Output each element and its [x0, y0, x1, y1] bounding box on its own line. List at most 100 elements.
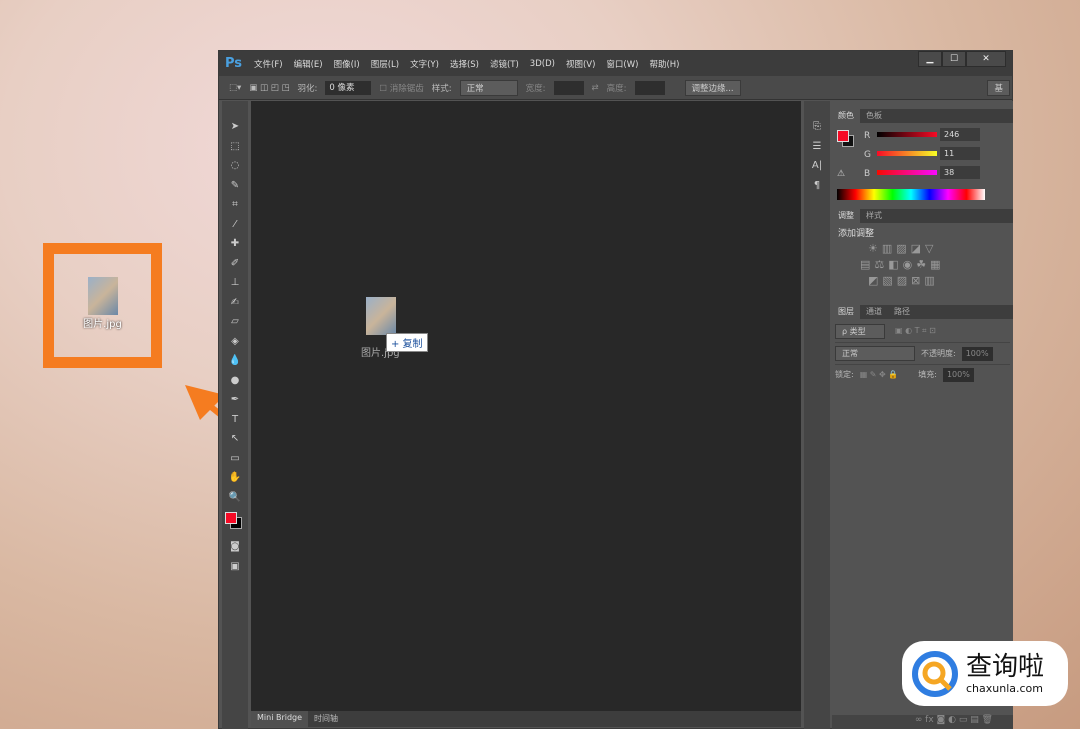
minimize-button[interactable]: ▁ [918, 51, 942, 67]
healing-tool-icon[interactable]: ✚ [222, 234, 248, 254]
g-slider[interactable] [877, 151, 937, 156]
maximize-button[interactable]: ☐ [942, 51, 966, 67]
eraser-tool-icon[interactable]: ▱ [222, 312, 248, 332]
crop-tool-icon[interactable]: ⌗ [222, 195, 248, 215]
menu-window[interactable]: 窗口(W) [606, 58, 638, 70]
watermark-search-icon [912, 650, 958, 697]
canvas-area[interactable] [251, 101, 801, 713]
tab-color[interactable]: 颜色 [832, 109, 860, 123]
stamp-tool-icon[interactable]: ⊥ [222, 273, 248, 293]
opacity-input[interactable]: 100% [961, 346, 993, 361]
properties-panel-icon[interactable]: ☰ [804, 137, 830, 157]
blur-tool-icon[interactable]: 💧 [222, 351, 248, 371]
tab-paths[interactable]: 路径 [888, 305, 916, 319]
menu-bar: Ps 文件(F) 编辑(E) 图像(I) 图层(L) 文字(Y) 选择(S) 滤… [219, 51, 1012, 76]
height-label: 高度: [606, 83, 627, 94]
fill-input[interactable]: 100% [942, 367, 974, 382]
opacity-label: 不透明度: [921, 349, 956, 358]
fill-label: 填充: [918, 370, 937, 379]
dodge-tool-icon[interactable]: ● [222, 371, 248, 391]
watermark-title: 查询啦 [966, 652, 1045, 682]
panel-dock-icons: ⎘ ☰ A| ¶ [804, 101, 830, 729]
close-button[interactable]: ✕ [966, 51, 1006, 67]
layer-filter-select[interactable]: ρ 类型 [835, 323, 885, 339]
shape-tool-icon[interactable]: ▭ [222, 449, 248, 469]
desktop-file-label[interactable]: 图片.jpg [54, 315, 151, 330]
menu-image[interactable]: 图像(I) [334, 58, 360, 70]
history-brush-tool-icon[interactable]: ✍ [222, 293, 248, 313]
screen-mode-icon[interactable]: ▣ [222, 557, 248, 577]
eyedropper-tool-icon[interactable]: ⁄ [222, 215, 248, 235]
tab-mini-bridge[interactable]: Mini Bridge [251, 711, 309, 727]
lock-icons[interactable]: ▦ ✎ ✥ 🔒 [860, 370, 899, 379]
path-select-tool-icon[interactable]: ↖ [222, 429, 248, 449]
menu-edit[interactable]: 编辑(E) [294, 58, 323, 70]
layers-footer-icons[interactable]: ∞ fx ◙ ◐ ▭ ▤ 🗑 [832, 715, 1013, 729]
character-panel-icon[interactable]: A| [804, 156, 830, 176]
pen-tool-icon[interactable]: ✒ [222, 390, 248, 410]
swap-icon[interactable]: ⇄ [592, 83, 599, 93]
b-slider[interactable] [877, 170, 937, 175]
r-slider[interactable] [877, 132, 937, 137]
history-panel-icon[interactable]: ⎘ [804, 117, 830, 137]
quick-mask-icon[interactable]: ◙ [222, 537, 248, 557]
layer-filter-icons[interactable]: ▣ ◐ T ⌗ ⊡ [895, 326, 936, 336]
desktop-file-highlight: 图片.jpg [43, 243, 162, 368]
watermark-url: chaxunla.com [966, 682, 1043, 695]
tab-timeline[interactable]: 时间轴 [308, 711, 344, 727]
adjustment-icons-row1[interactable]: ☀▥▨◪▽ [868, 242, 1007, 255]
toolbox: ➤ ⬚ ◌ ✎ ⌗ ⁄ ✚ ✐ ⊥ ✍ ▱ ◈ 💧 ● ✒ T ↖ ▭ ✋ 🔍 … [222, 101, 248, 729]
tab-adjustments[interactable]: 调整 [832, 209, 860, 223]
menu-layer[interactable]: 图层(L) [371, 58, 399, 70]
paragraph-panel-icon[interactable]: ¶ [804, 176, 830, 196]
width-input[interactable] [553, 80, 584, 95]
selection-mode-icons[interactable]: ▣ ◫ ◰ ◳ [249, 83, 289, 93]
width-label: 宽度: [525, 83, 546, 94]
tab-swatches[interactable]: 色板 [860, 109, 888, 123]
b-value[interactable]: 38 [940, 166, 980, 179]
lasso-tool-icon[interactable]: ◌ [222, 156, 248, 176]
feather-input[interactable]: 0 像素 [325, 80, 372, 95]
menu-select[interactable]: 选择(S) [450, 58, 479, 70]
quick-select-tool-icon[interactable]: ✎ [222, 176, 248, 196]
menu-type[interactable]: 文字(Y) [410, 58, 439, 70]
refine-edge-button[interactable]: 调整边缘... [684, 79, 741, 96]
tab-layers[interactable]: 图层 [832, 305, 860, 319]
brush-tool-icon[interactable]: ✐ [222, 254, 248, 274]
adjustment-icons-row2[interactable]: ▤⚖◧◉☘▦ [860, 258, 1007, 271]
blend-mode-select[interactable]: 正常 [835, 346, 915, 361]
bottom-panel-tabs: Mini Bridge 时间轴 [251, 711, 801, 727]
marquee-tool-icon[interactable]: ⬚ [222, 137, 248, 157]
foreground-color[interactable] [837, 130, 849, 142]
tab-channels[interactable]: 通道 [860, 305, 888, 319]
r-value[interactable]: 246 [940, 128, 980, 141]
type-tool-icon[interactable]: T [222, 410, 248, 430]
dragged-file[interactable] [366, 297, 396, 337]
marquee-tool-icon[interactable]: ⬚▾ [229, 83, 241, 93]
color-spectrum[interactable] [837, 189, 985, 200]
right-panels: 颜色 色板 R 246 G 11 ⚠ B 38 调整 样式 添加调整 ☀▥▨◪▽… [832, 101, 1013, 729]
ps-logo: Ps [225, 56, 243, 71]
gamut-warning-icon: ⚠ [837, 169, 846, 179]
height-input[interactable] [634, 80, 665, 95]
color-panel: R 246 G 11 ⚠ B 38 [832, 123, 1013, 209]
move-tool-icon[interactable]: ➤ [222, 117, 248, 137]
menu-view[interactable]: 视图(V) [566, 58, 595, 70]
hand-tool-icon[interactable]: ✋ [222, 468, 248, 488]
menu-help[interactable]: 帮助(H) [649, 58, 679, 70]
zoom-tool-icon[interactable]: 🔍 [222, 488, 248, 508]
menu-filter[interactable]: 滤镜(T) [490, 58, 519, 70]
color-swatches[interactable] [222, 507, 248, 537]
antialias-checkbox[interactable]: ☐ 消除锯齿 [379, 82, 423, 94]
style-select[interactable]: 正常 [459, 79, 518, 96]
menu-3d[interactable]: 3D(D) [530, 59, 555, 69]
menu-file[interactable]: 文件(F) [254, 58, 283, 70]
tab-styles[interactable]: 样式 [860, 209, 888, 223]
g-value[interactable]: 11 [940, 147, 980, 160]
workspace-button[interactable]: 基 [987, 79, 1010, 96]
bucket-tool-icon[interactable]: ◈ [222, 332, 248, 352]
style-label: 样式: [431, 83, 452, 94]
adjustment-icons-row3[interactable]: ◩▧▨⊠▥ [868, 274, 1007, 287]
options-bar: ⬚▾ ▣ ◫ ◰ ◳ 羽化: 0 像素 ☐ 消除锯齿 样式: 正常 宽度: ⇄ … [219, 76, 1012, 100]
desktop-file-thumbnail[interactable] [87, 277, 118, 315]
